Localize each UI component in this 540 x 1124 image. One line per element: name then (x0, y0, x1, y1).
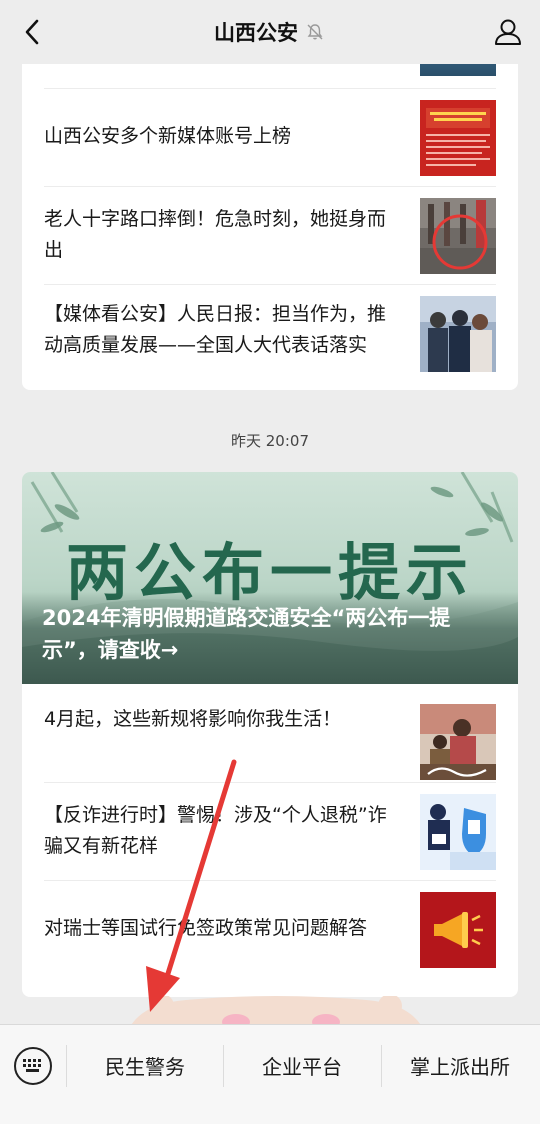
menu-item-station[interactable]: 掌上派出所 (382, 1039, 538, 1091)
nav-bar: 山西公安 (0, 0, 540, 64)
back-button[interactable] (14, 14, 50, 50)
street-scene-thumbnail (420, 198, 496, 274)
megaphone-thumbnail (420, 892, 496, 968)
chevron-left-icon (25, 19, 39, 45)
police-group-thumbnail (420, 296, 496, 372)
banner-caption: 2024年清明假期道路交通安全“两公布一提示”，请查收→ (42, 606, 451, 662)
page-title: 山西公安 (214, 21, 298, 45)
list-item[interactable]: 对瑞士等国试行免签政策常见问题解答 (44, 880, 496, 978)
article-title: 对瑞士等国试行免签政策常见问题解答 (44, 917, 368, 939)
profile-button[interactable] (488, 12, 528, 52)
article-title: 【反诈进行时】警惕！涉及“个人退税”诈骗又有新花样 (44, 804, 387, 857)
list-item[interactable]: 山西公安多个新媒体账号上榜 (44, 88, 496, 186)
message-card-2: 两公布一提示 2024年清明假期道路交通安全“两公布一提示”，请查收→ 4月起，… (22, 472, 518, 997)
message-timestamp: 昨天 20:07 (231, 432, 309, 450)
list-item[interactable]: 4月起，这些新规将影响你我生活！ (44, 684, 496, 782)
list-item[interactable]: 【媒体看公安】人民日报：担当作为，推动高质量发展——全国人大代表话落实 (44, 284, 496, 390)
keyboard-icon (23, 1059, 41, 1072)
article-title: 老人十字路口摔倒！危急时刻，她挺身而出 (44, 208, 387, 261)
list-item[interactable]: 老人十字路口摔倒！危急时刻，她挺身而出 (44, 186, 496, 284)
article-title: 【媒体看公安】人民日报：担当作为，推动高质量发展——全国人大代表话落实 (44, 303, 387, 356)
keyboard-toggle-button[interactable] (14, 1047, 52, 1085)
anti-fraud-thumbnail (420, 794, 496, 870)
menu-item-enterprise[interactable]: 企业平台 (224, 1039, 380, 1091)
menu-item-minsheng[interactable]: 民生警务 (67, 1039, 223, 1091)
new-rules-thumbnail (420, 704, 496, 780)
person-icon (495, 19, 521, 45)
list-item[interactable]: 【反诈进行时】警惕！涉及“个人退税”诈骗又有新花样 (44, 782, 496, 880)
message-card-1: 山西公安多个新媒体账号上榜 老人十字路口摔倒！危急时刻，她挺身而出 【媒体看公安… (22, 40, 518, 390)
bell-muted-icon (306, 22, 326, 42)
article-title: 4月起，这些新规将影响你我生活！ (44, 708, 342, 730)
article-title: 山西公安多个新媒体账号上榜 (44, 125, 292, 147)
banner-article[interactable]: 两公布一提示 2024年清明假期道路交通安全“两公布一提示”，请查收→ (22, 472, 518, 684)
bottom-menu-bar: 民生警务 企业平台 掌上派出所 (0, 1024, 540, 1124)
red-notice-thumbnail (420, 100, 496, 176)
